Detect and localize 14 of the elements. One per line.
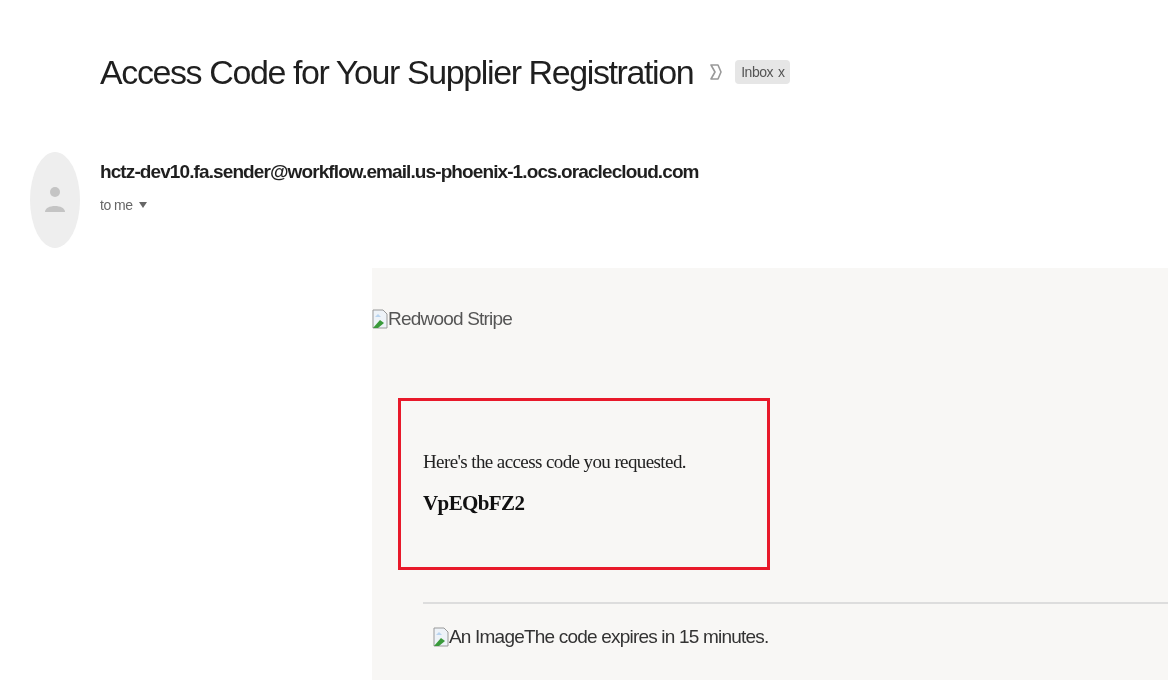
expiry-text: The code expires in 15 minutes.	[523, 626, 769, 648]
image-alt-text: An Image	[449, 626, 524, 648]
image-alt-text: Redwood Stripe	[388, 308, 512, 330]
recipient-text: to me	[100, 197, 133, 213]
sender-address: hctz-dev10.fa.sender@workflow.email.us-phoenix-1.ocs.oraclecloud.com	[100, 161, 699, 183]
label-text: Inbox	[741, 64, 773, 80]
remove-label-button[interactable]: x	[778, 64, 785, 80]
email-subject: Access Code for Your Supplier Registration	[100, 52, 694, 92]
broken-image-icon	[433, 627, 449, 647]
avatar-icon	[30, 152, 80, 248]
message-text: Here's the access code you requested.	[423, 451, 687, 473]
importance-marker-icon[interactable]	[709, 63, 724, 81]
access-code: VpEQbFZ2	[423, 491, 526, 516]
caret-icon[interactable]	[138, 202, 147, 208]
